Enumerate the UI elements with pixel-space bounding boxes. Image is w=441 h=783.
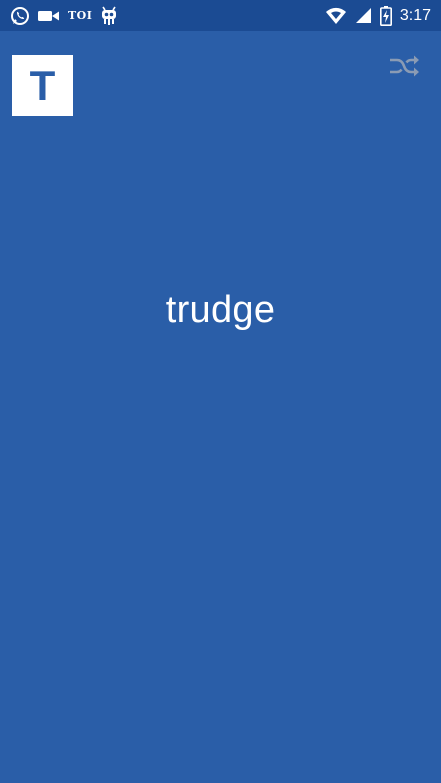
cyanogen-mascot-icon <box>100 6 118 26</box>
toi-icon: TOI <box>68 9 93 22</box>
flashcard-screen: T trudge <box>0 31 441 783</box>
status-bar: TOI 3:17 <box>0 0 441 31</box>
app-logo: T <box>12 55 73 116</box>
shuffle-icon <box>388 54 420 82</box>
app-logo-letter: T <box>29 61 56 109</box>
status-bar-system: 3:17 <box>325 4 431 27</box>
wifi-icon <box>325 7 347 25</box>
cell-signal-icon <box>355 7 372 24</box>
whatsapp-icon <box>10 6 30 26</box>
flashcard-word: trudge <box>165 289 276 331</box>
status-clock: 3:17 <box>399 6 431 24</box>
status-bar-notifications: TOI <box>10 4 118 27</box>
video-camera-icon <box>38 9 60 23</box>
shuffle-button[interactable] <box>387 53 421 83</box>
battery-charging-icon <box>379 5 392 26</box>
